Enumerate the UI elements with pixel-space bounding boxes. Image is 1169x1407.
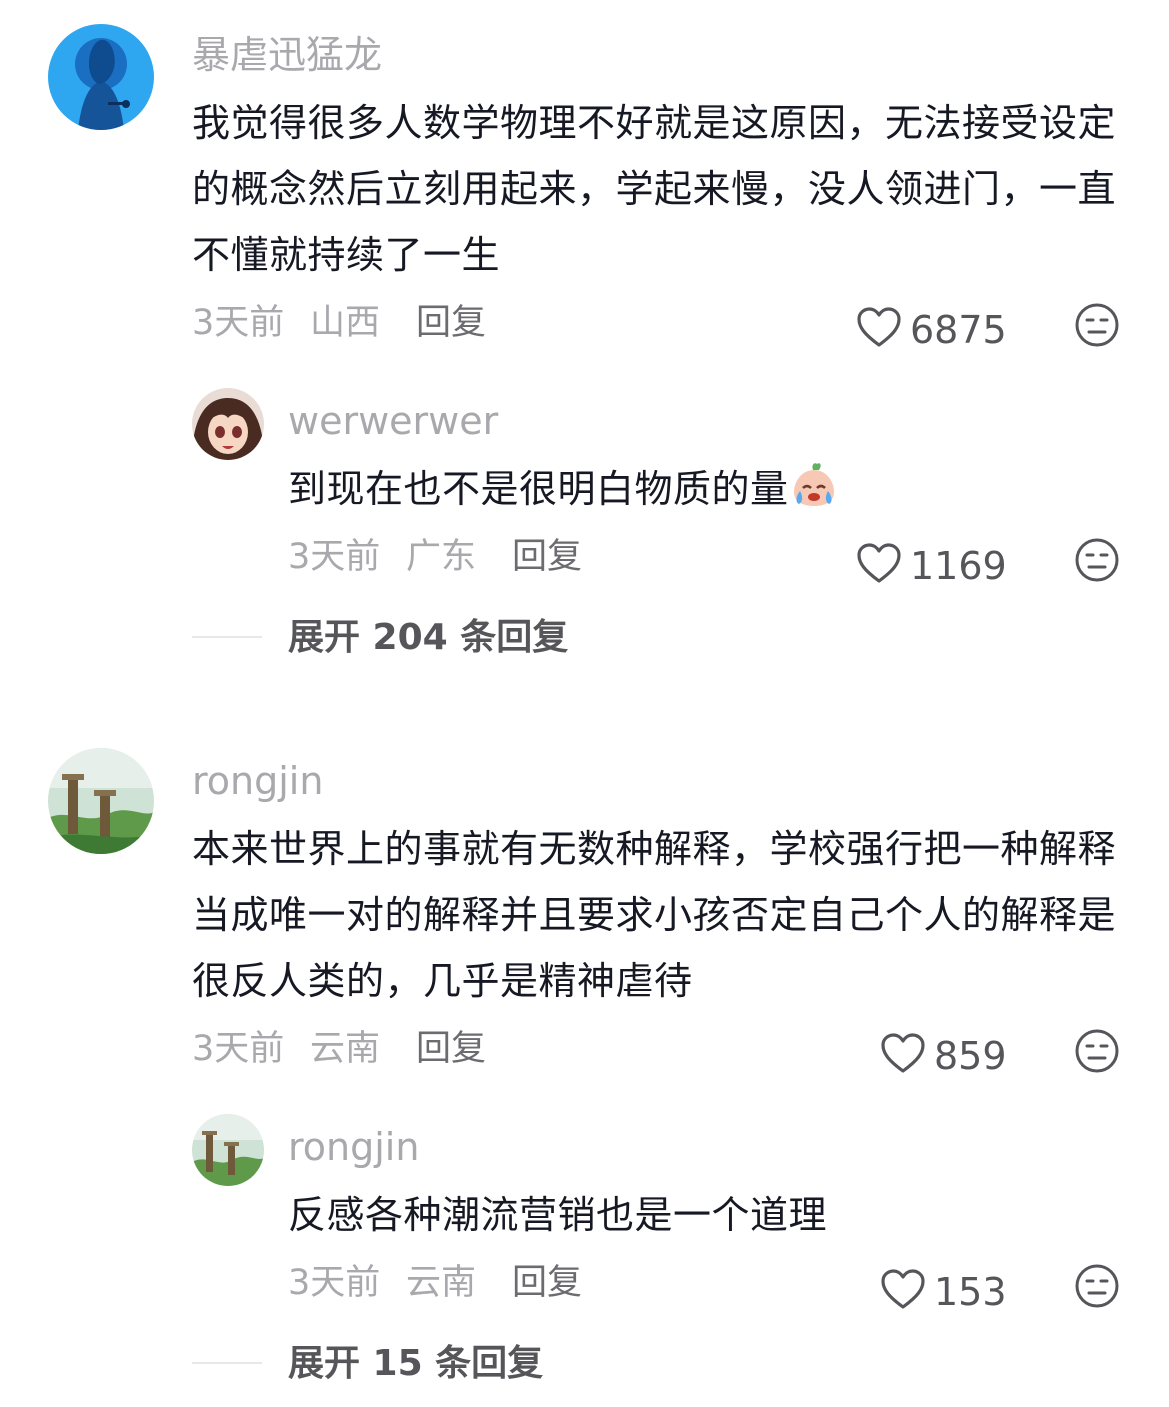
like-button[interactable]: 6875	[856, 306, 1007, 354]
heart-outline-icon	[880, 1032, 926, 1080]
comment-text: 本来世界上的事就有无数种解释，学校强行把一种解释当成唯一对的解释并且要求小孩否定…	[192, 827, 1117, 1003]
comment-location: 云南	[310, 1029, 381, 1069]
reply-time: 3天前	[288, 1263, 381, 1303]
reply-button[interactable]: 回复	[512, 540, 582, 575]
crying-face-emoji	[789, 460, 839, 510]
reply-location: 云南	[406, 1263, 477, 1303]
reply-text-content: 到现在也不是很明白物质的量	[288, 467, 789, 511]
avatar[interactable]	[192, 388, 264, 460]
like-count: 1169	[910, 544, 1007, 588]
comment-time: 3天前	[192, 1029, 285, 1069]
reply-username[interactable]: rongjin	[288, 1128, 419, 1166]
like-button[interactable]: 153	[880, 1268, 1007, 1316]
heart-outline-icon	[856, 306, 902, 354]
reply-text: 到现在也不是很明白物质的量	[288, 456, 1108, 522]
meh-face-icon[interactable]	[1074, 537, 1120, 587]
reply-location: 广东	[406, 537, 477, 577]
like-count: 859	[934, 1034, 1007, 1078]
comment-location: 山西	[310, 303, 381, 343]
expand-divider	[192, 1362, 262, 1364]
heart-outline-icon	[856, 542, 902, 590]
comment-username[interactable]: 暴虐迅猛龙	[192, 36, 382, 74]
meh-face-icon[interactable]	[1074, 1028, 1120, 1078]
expand-divider	[192, 636, 262, 638]
avatar[interactable]	[48, 24, 154, 130]
reply-text: 反感各种潮流营销也是一个道理	[288, 1193, 828, 1237]
expand-replies-button[interactable]: 展开 15 条回复	[288, 1346, 543, 1382]
comment-time: 3天前	[192, 303, 285, 343]
like-count: 6875	[910, 308, 1007, 352]
comment-username[interactable]: rongjin	[192, 762, 323, 800]
like-button[interactable]: 1169	[856, 542, 1007, 590]
reply-button[interactable]: 回复	[512, 1266, 582, 1301]
avatar[interactable]	[192, 1114, 264, 1186]
heart-outline-icon	[880, 1268, 926, 1316]
reply-username[interactable]: werwerwer	[288, 402, 498, 440]
comment-text: 我觉得很多人数学物理不好就是这原因，无法接受设定的概念然后立刻用起来，学起来慢，…	[192, 101, 1117, 277]
avatar[interactable]	[48, 748, 154, 854]
like-count: 153	[934, 1270, 1007, 1314]
meh-face-icon[interactable]	[1074, 1263, 1120, 1313]
reply-time: 3天前	[288, 537, 381, 577]
reply-button[interactable]: 回复	[416, 306, 486, 341]
reply-button[interactable]: 回复	[416, 1032, 486, 1067]
expand-replies-button[interactable]: 展开 204 条回复	[288, 620, 568, 656]
like-button[interactable]: 859	[880, 1032, 1007, 1080]
meh-face-icon[interactable]	[1074, 302, 1120, 352]
